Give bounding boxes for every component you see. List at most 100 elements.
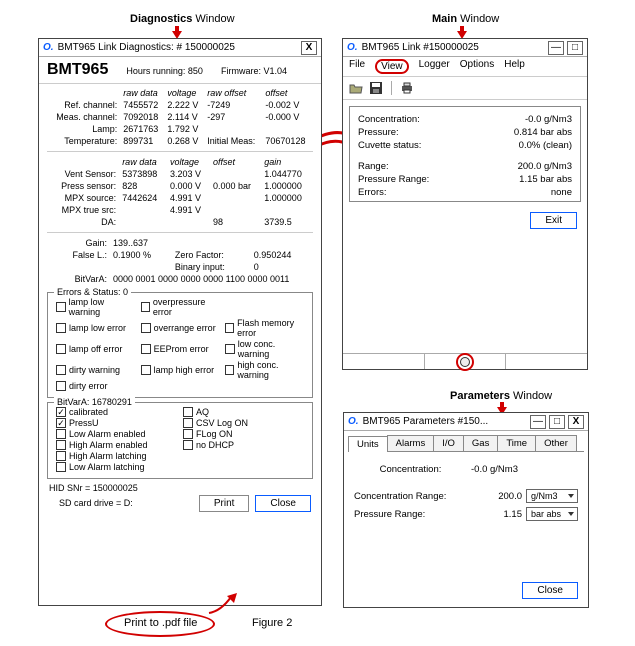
hours-value: 850 [188,66,203,76]
checkbox-Low-Alarm-latching[interactable]: Low Alarm latching [56,462,177,472]
menu-file[interactable]: File [349,59,365,74]
checkbox-dirty-warning[interactable]: dirty warning [56,360,135,380]
press-value: 0.814 bar abs [514,127,572,138]
checkbox-calibrated[interactable]: calibrated [56,407,177,417]
checkbox-box [141,302,150,312]
checkbox-box [141,344,151,354]
menu-options[interactable]: Options [460,59,494,74]
checkbox-lamp-off-error[interactable]: lamp off error [56,339,135,359]
diag-body: raw datavoltageraw offsetoffset Ref. cha… [39,84,321,288]
tab-other[interactable]: Other [535,435,577,451]
checkbox-box [141,323,151,333]
minimize-button[interactable]: — [530,415,546,429]
press-label: Pressure: [358,127,399,138]
main-info-panel-1: Concentration: -0.0 g/Nm3 Pressure: 0.814 … [349,106,581,202]
checkbox-dirty-error[interactable]: dirty error [56,381,135,391]
diag-table-2: raw datavoltageoffsetgain Vent Sensor:53… [47,155,313,229]
menu-view[interactable]: View [375,59,409,74]
main-title-bar: O. BMT965 Link #150000025 — □ [343,39,587,57]
prange-label: Pressure Range: [358,174,429,185]
checkbox-FLog-ON[interactable]: FLog ON [183,429,304,439]
comm-indicator-highlight [456,353,474,371]
main-window: O. BMT965 Link #150000025 — □ File View … [342,38,588,370]
params-close-button[interactable]: Close [522,582,578,599]
main-title: BMT965 Link #150000025 [362,42,545,53]
checkbox-lamp-low-warning[interactable]: lamp low warning [56,297,135,317]
prange-value: 1.15 bar abs [519,174,572,185]
errors-legend: Errors & Status: 0 [54,287,131,297]
hours-label: Hours running: [126,66,185,76]
tab-units[interactable]: Units [348,436,388,452]
close-button[interactable]: Close [255,495,311,512]
checkbox-box [56,323,66,333]
sd-info: SD card drive = D: [49,498,199,510]
range-value: 200.0 g/Nm3 [518,161,572,172]
checkbox-CSV-Log-ON[interactable]: CSV Log ON [183,418,304,428]
print-button[interactable]: Print [199,495,250,512]
diag-title-bar: O. BMT965 Link Diagnostics: # 150000025 … [39,39,321,57]
checkbox-box [225,365,234,375]
p-crange-value: 200.0 [476,491,526,502]
checkbox-AQ[interactable]: AQ [183,407,304,417]
p-conc-label: Concentration: [354,464,471,475]
cuvette-value: 0.0% (clean) [519,140,572,151]
menu-logger[interactable]: Logger [419,59,450,74]
minimize-button[interactable]: — [548,41,564,55]
checkbox-high-conc.-warning[interactable]: high conc. warning [225,360,304,380]
open-icon[interactable] [349,81,363,95]
checkbox-overrange-error[interactable]: overrange error [141,318,220,338]
exit-button[interactable]: Exit [530,212,577,229]
diag-table-1: raw datavoltageraw offsetoffset Ref. cha… [47,86,313,148]
checkbox-low-conc.-warning[interactable]: low conc. warning [225,339,304,359]
params-title-bar: O. BMT965 Parameters #150... — □ X [344,413,588,431]
fw-label: Firmware: [221,66,261,76]
p-prange-unit-combo[interactable]: bar abs [526,507,578,521]
close-window-button[interactable]: X [301,41,317,55]
maximize-button[interactable]: □ [567,41,583,55]
checkbox-no-DHCP[interactable]: no DHCP [183,440,304,450]
maximize-button[interactable]: □ [549,415,565,429]
main-status-bar [343,353,587,369]
range-label: Range: [358,161,389,172]
p-prange-value: 1.15 [476,509,526,520]
print-callout-arrow [205,593,245,617]
checkbox-High-Alarm-enabled[interactable]: High Alarm enabled [56,440,177,450]
tab-alarms[interactable]: Alarms [387,435,435,451]
app-icon: O. [43,42,54,53]
checkbox-High-Alarm-latching[interactable]: High Alarm latching [56,451,177,461]
tab-gas[interactable]: Gas [463,435,498,451]
model-name: BMT965 [47,61,108,79]
tab-time[interactable]: Time [497,435,536,451]
checkbox-box [56,418,66,428]
checkbox-lamp-low-error[interactable]: lamp low error [56,318,135,338]
conc-label: Concentration: [358,114,420,125]
diag-header: BMT965 Hours running: 850 Firmware: V1.0… [39,57,321,84]
checkbox-box [56,462,66,472]
checkbox-Flash-memory-error[interactable]: Flash memory error [225,318,304,338]
bitvar-legend: BitVarA: 16780291 [54,397,135,407]
checkbox-lamp-high-error[interactable]: lamp high error [141,360,220,380]
save-icon[interactable] [369,81,383,95]
print-icon[interactable] [400,81,414,95]
menu-help[interactable]: Help [504,59,525,74]
diag-table-3: Gain:139..637 False L.:0.1900 %Zero Fact… [47,236,313,286]
checkbox-overpressure-error[interactable]: overpressure error [141,297,220,317]
bitvar-fieldset: BitVarA: 16780291 calibratedAQPressUCSV … [47,402,313,479]
checkbox-Low-Alarm-enabled[interactable]: Low Alarm enabled [56,429,177,439]
p-crange-label: Concentration Range: [354,491,476,502]
tab-io[interactable]: I/O [433,435,464,451]
diag-title: BMT965 Link Diagnostics: # 150000025 [58,42,298,53]
checkbox-box [56,302,66,312]
checkbox-PressU[interactable]: PressU [56,418,177,428]
checkbox-EEProm-error[interactable]: EEProm error [141,339,220,359]
checkbox-box [183,440,193,450]
params-title: BMT965 Parameters #150... [363,416,527,427]
close-window-button[interactable]: X [568,415,584,429]
conc-value: -0.0 g/Nm3 [525,114,572,125]
hid-info: HID SNr = 150000025 [39,483,321,495]
app-icon: O. [348,416,359,427]
p-crange-unit-combo[interactable]: g/Nm3 [526,489,578,503]
errors-fieldset: Errors & Status: 0 lamp low warningoverp… [47,292,313,398]
checkbox-box [56,381,66,391]
print-callout-label: Print to .pdf file [124,617,197,629]
